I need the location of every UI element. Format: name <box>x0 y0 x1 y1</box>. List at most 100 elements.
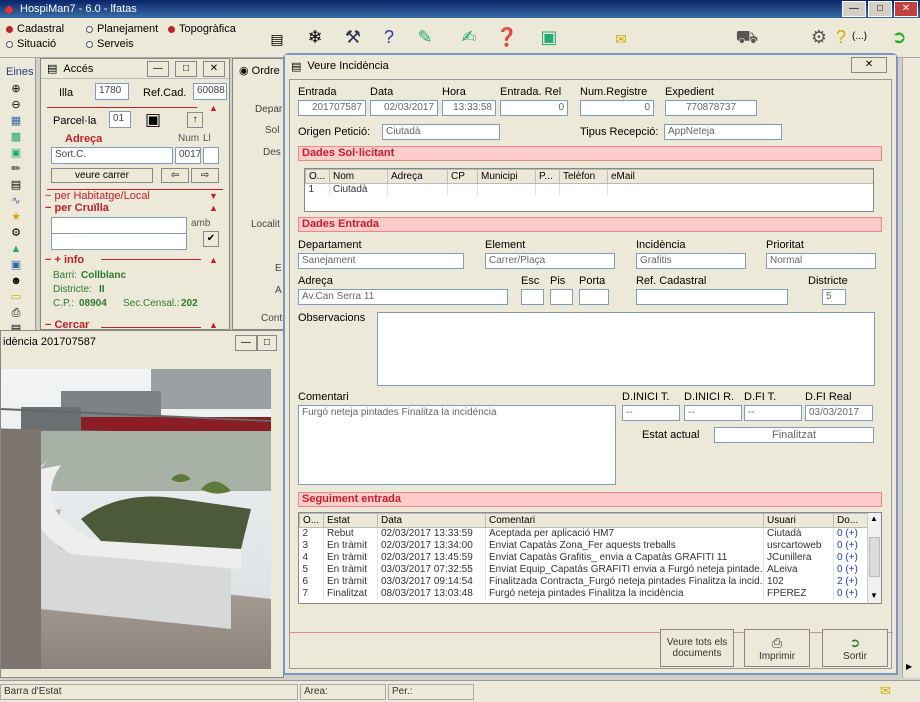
illa-input[interactable]: 1780 <box>95 83 129 100</box>
col-header[interactable]: Municipi <box>477 169 536 184</box>
expand-arrow-icon[interactable]: ▼ <box>209 191 218 201</box>
col-header[interactable]: Do... <box>833 513 868 528</box>
cruilla-street-1-input[interactable] <box>51 217 187 234</box>
confirm-check-icon[interactable]: ✔ <box>203 231 219 247</box>
scroll-thumb[interactable] <box>869 537 880 577</box>
scroll-up-icon[interactable]: ▲ <box>870 514 878 523</box>
map-icon[interactable]: ❄ <box>302 24 328 50</box>
esc-field[interactable] <box>521 289 544 305</box>
origen-field[interactable]: Ciutadà <box>382 124 500 140</box>
hora-field[interactable]: 13:33:58 <box>442 100 496 116</box>
radio-topografica[interactable]: Topogràfica <box>168 23 236 35</box>
prev-arrow-icon[interactable]: ⇦ <box>161 168 189 183</box>
data-field[interactable]: 02/03/2017 <box>370 100 438 116</box>
radio-serveis[interactable]: Serveis <box>86 38 134 50</box>
scroll-down-icon[interactable]: ▼ <box>870 591 878 600</box>
help-search-icon[interactable]: ? <box>376 24 402 50</box>
collapse-arrow-icon[interactable]: ▲ <box>209 255 218 265</box>
entrada-rel-field[interactable]: 0 <box>500 100 568 116</box>
layer-icon[interactable]: ▩ <box>8 130 24 145</box>
scroll-right-icon[interactable]: ▶ <box>906 662 912 671</box>
edit-icon[interactable]: ✍ <box>456 24 482 50</box>
list-icon[interactable]: ▤ <box>264 26 290 52</box>
route-icon[interactable]: ∿ <box>8 194 24 209</box>
refcad-input[interactable]: 60088 <box>193 83 227 100</box>
table-row[interactable]: 7 Finalitzat 08/03/2017 13:03:48 Furgó nete… <box>299 587 868 600</box>
estat-actual-field[interactable]: Finalitzat <box>714 427 874 443</box>
col-header[interactable]: CP <box>447 169 478 184</box>
print-icon[interactable]: ⎙ <box>8 306 24 321</box>
camera-icon[interactable]: ▣ <box>8 258 24 273</box>
col-header[interactable]: Estat <box>323 513 378 528</box>
dfi-real-field[interactable]: 03/03/2017 <box>805 405 873 421</box>
col-header[interactable]: O... <box>305 169 330 184</box>
tipus-field[interactable]: AppNeteja <box>664 124 782 140</box>
tools-icon[interactable]: ⚒ <box>340 24 366 50</box>
view-all-documents-button[interactable]: Veure tots els documents <box>660 629 734 667</box>
districte-field[interactable]: 5 <box>822 289 846 305</box>
close-button[interactable]: ✕ <box>894 1 918 17</box>
col-header[interactable]: Comentari <box>485 513 764 528</box>
query-icon[interactable]: ❓ <box>494 24 520 50</box>
collapse-arrow-icon[interactable]: ▲ <box>209 320 218 330</box>
radio-planejament[interactable]: Planejament <box>86 23 158 35</box>
street-number-input[interactable]: 0017 <box>175 147 201 164</box>
note-icon[interactable]: ✉ <box>880 683 891 699</box>
tracking-scrollbar[interactable]: ▲ ▼ <box>867 513 881 603</box>
col-header[interactable]: O... <box>299 513 324 528</box>
people-icon[interactable]: ☻ <box>8 274 24 289</box>
up-button[interactable]: ↑ <box>187 112 203 128</box>
refcad-field[interactable] <box>636 289 788 305</box>
radio-situacio[interactable]: Situació <box>6 38 56 50</box>
dinici-r-field[interactable]: -- <box>684 405 742 421</box>
pencil-icon[interactable]: ✏ <box>8 162 24 177</box>
panel-close-button[interactable]: ✕ <box>203 61 225 77</box>
toolbar-more[interactable]: (...) <box>852 31 867 42</box>
note-icon[interactable]: ✉ <box>608 26 634 52</box>
table-row[interactable]: 6 En tràmit 03/03/2017 09:14:54 Finalitzada… <box>299 575 868 588</box>
next-arrow-icon[interactable]: ⇨ <box>191 168 219 183</box>
cruilla-street-2-input[interactable] <box>51 233 187 250</box>
ruler-icon[interactable]: ▤ <box>8 178 24 193</box>
col-header[interactable]: Data <box>377 513 486 528</box>
incidencia-field[interactable]: Grafitis <box>636 253 746 269</box>
table-row[interactable]: 5 En tràmit 03/03/2017 07:32:55 Enviat Equi… <box>299 563 868 576</box>
col-header[interactable]: Adreça <box>387 169 448 184</box>
collapse-arrow-icon[interactable]: ▲ <box>209 103 218 113</box>
image-icon[interactable]: ▣ <box>8 146 24 161</box>
street-letter-input[interactable] <box>203 147 219 164</box>
pan-icon[interactable]: ▦ <box>8 114 24 129</box>
exit-button[interactable]: ➲ Sortir <box>822 629 888 667</box>
exit-icon[interactable]: ➲ <box>886 24 912 50</box>
departament-field[interactable]: Sanejament <box>298 253 464 269</box>
vehicle-icon[interactable]: ⛟ <box>734 24 760 50</box>
panel-minimize-button[interactable]: — <box>147 61 169 77</box>
print-button[interactable]: ⎙ Imprimir <box>744 629 810 667</box>
num-registre-field[interactable]: 0 <box>580 100 654 116</box>
porta-field[interactable] <box>579 289 609 305</box>
prioritat-field[interactable]: Normal <box>766 253 876 269</box>
table-row[interactable]: 4 En tràmit 02/03/2017 13:45:59 Enviat Capa… <box>299 551 868 564</box>
view-street-button[interactable]: veure carrer <box>51 168 153 183</box>
photo-maximize-button[interactable]: □ <box>257 335 277 351</box>
street-input[interactable]: Sort.C. <box>51 147 173 164</box>
marker-icon[interactable]: ★ <box>8 210 24 225</box>
col-header[interactable]: eMail <box>607 169 873 184</box>
help-icon[interactable]: ? <box>828 24 854 50</box>
parcela-input[interactable]: 01 <box>109 111 131 128</box>
zoom-in-icon[interactable]: ⊕ <box>8 82 24 97</box>
collapse-arrow-icon[interactable]: ▲ <box>209 203 218 213</box>
col-header[interactable]: Telèfon <box>559 169 608 184</box>
minimize-button[interactable]: — <box>842 1 866 17</box>
table-row[interactable]: 1 Ciutadà <box>305 183 873 196</box>
camera-icon[interactable]: ▣ <box>145 110 161 130</box>
pis-field[interactable] <box>550 289 573 305</box>
notebook-icon[interactable]: ✎ <box>412 24 438 50</box>
main-scrollbar[interactable]: ▶ <box>902 58 920 678</box>
photo-minimize-button[interactable]: — <box>235 335 257 351</box>
observacions-textarea[interactable] <box>377 312 875 386</box>
expedient-field[interactable]: 770878737 <box>665 100 757 116</box>
package-icon[interactable]: ▣ <box>536 24 562 50</box>
table-row[interactable]: 3 En tràmit 02/03/2017 13:34:00 Enviat Capa… <box>299 539 868 552</box>
comentari-textarea[interactable]: Furgó neteja pintades Finalitza la incid… <box>298 405 616 485</box>
